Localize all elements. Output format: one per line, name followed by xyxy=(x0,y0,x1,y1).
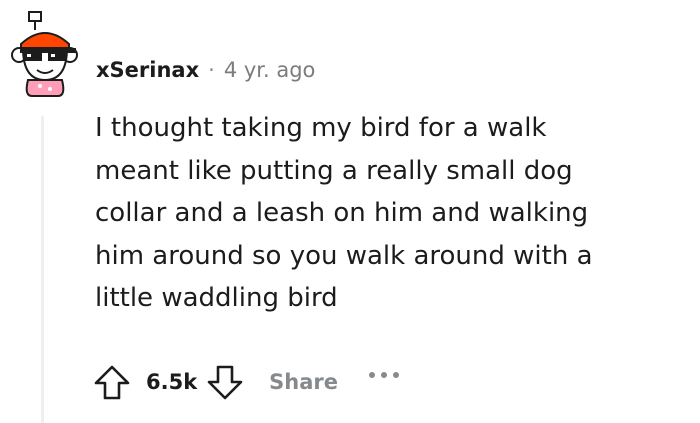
downvote-arrow-icon[interactable] xyxy=(205,362,245,402)
comment-text-line: meant like putting a really small dog xyxy=(95,155,573,186)
upvote-arrow-icon[interactable] xyxy=(92,362,132,402)
comment-text-line: collar and a leash on him and walking xyxy=(95,198,589,228)
avatar[interactable] xyxy=(6,10,84,98)
comment-text-line: him around so you walk around with a xyxy=(95,240,593,271)
thread-line xyxy=(41,116,44,423)
timestamp[interactable]: 4 yr. ago xyxy=(224,58,316,82)
comment-actions: 6.5k Share xyxy=(92,361,406,403)
username[interactable]: xSerinax xyxy=(96,58,199,82)
more-options-icon[interactable] xyxy=(366,365,406,385)
comment-header: xSerinax · 4 yr. ago xyxy=(96,55,315,85)
share-button[interactable]: Share xyxy=(269,370,338,394)
separator-dot: · xyxy=(208,58,215,82)
comment-text-line: I thought taking my bird for a walk xyxy=(95,113,547,143)
comment-text-line: little waddling bird xyxy=(95,283,338,313)
vote-score: 6.5k xyxy=(146,370,198,394)
comment-body: I thought taking my bird for a walk mean… xyxy=(95,107,675,320)
